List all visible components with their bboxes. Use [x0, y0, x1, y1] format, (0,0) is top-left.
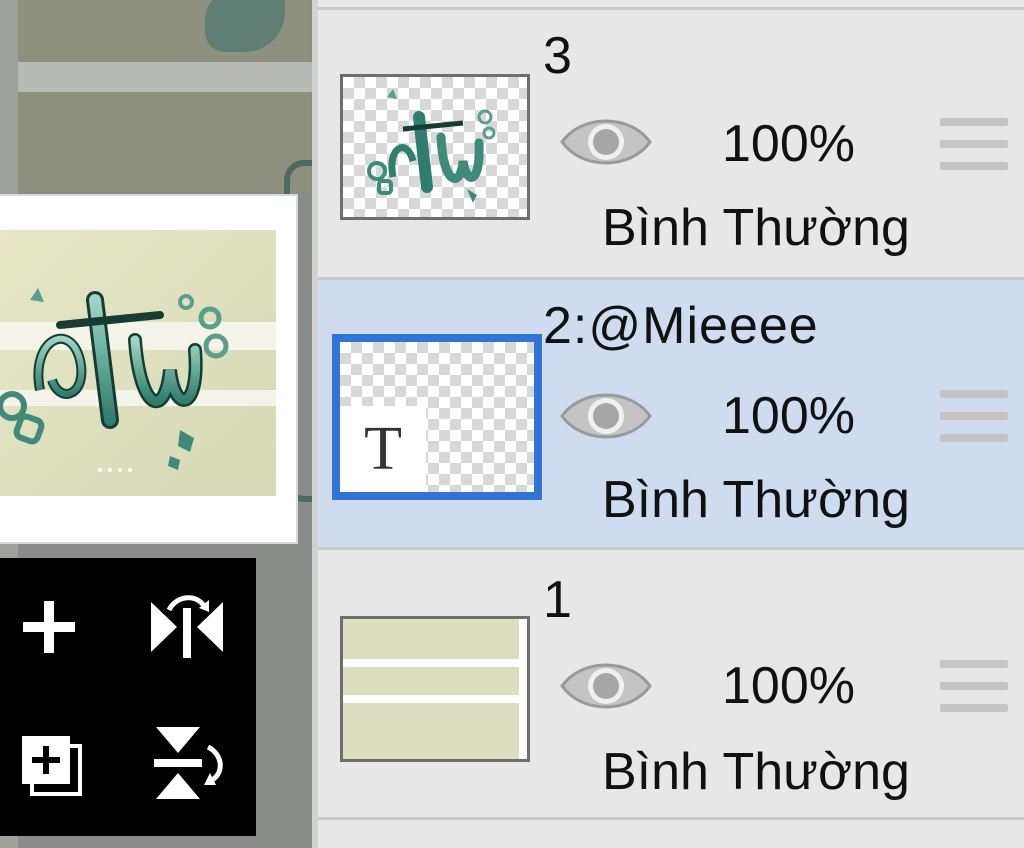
layer-blend-mode[interactable]: Bình Thường — [602, 470, 910, 530]
layer-opacity[interactable]: 100% — [722, 386, 855, 446]
add-layer-button[interactable] — [4, 582, 94, 672]
layer-name[interactable]: 3 — [543, 26, 573, 86]
drag-handle-icon[interactable] — [940, 660, 1008, 720]
flip-vertical-icon — [154, 727, 223, 799]
layer-blend-mode[interactable]: Bình Thường — [602, 742, 910, 802]
layer-name[interactable]: 1 — [543, 570, 573, 630]
flip-horizontal-icon — [151, 595, 223, 658]
layers-panel-top-divider — [318, 0, 1024, 10]
eye-icon[interactable] — [558, 110, 654, 174]
layer-name[interactable]: 2:@Mieeee — [543, 296, 819, 356]
add-special-layer-button[interactable] — [4, 718, 94, 808]
flip-horizontal-button[interactable] — [142, 582, 232, 672]
layer-opacity[interactable]: 100% — [722, 656, 855, 716]
canvas-guide-band — [0, 62, 312, 92]
canvas-preview-image — [0, 230, 276, 496]
drag-handle-icon[interactable] — [940, 118, 1008, 178]
eye-icon[interactable] — [558, 384, 654, 448]
layer-row-selected[interactable]: T 2:@Mieeee 100% Bình Thường — [318, 280, 1024, 550]
layer-row[interactable]: 3 100% Bình Thường — [318, 10, 1024, 280]
canvas-preview-card — [0, 196, 296, 542]
layer-thumbnail: T — [332, 334, 542, 500]
flip-vertical-button[interactable] — [142, 718, 232, 808]
layer-opacity[interactable]: 100% — [722, 114, 855, 174]
layer-thumbnail — [340, 74, 530, 220]
layer-tools-toolbar — [0, 558, 256, 836]
drag-handle-icon[interactable] — [940, 390, 1008, 450]
add-layer-box-icon — [22, 736, 82, 796]
canvas-area[interactable] — [0, 0, 312, 848]
canvas-background-art — [18, 92, 310, 192]
layers-panel: 3 100% Bình Thường T 2:@Mieeee 100% Bình… — [312, 0, 1024, 848]
layer-blend-mode[interactable]: Bình Thường — [602, 198, 910, 258]
plus-icon — [23, 601, 75, 653]
text-layer-badge: T — [340, 406, 426, 492]
layer-thumbnail — [340, 616, 530, 762]
eye-icon[interactable] — [558, 654, 654, 718]
layer-row[interactable]: 1 100% Bình Thường — [318, 550, 1024, 820]
